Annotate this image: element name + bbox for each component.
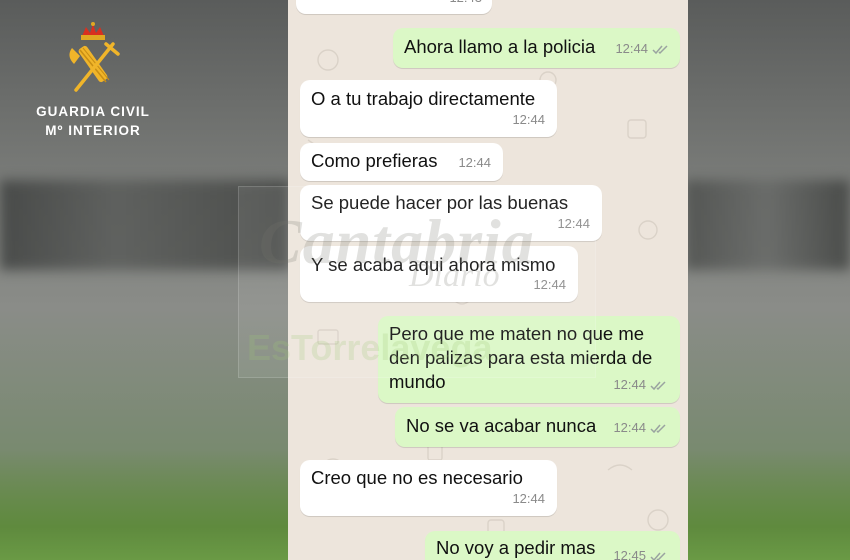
logo-line-2: Mº INTERIOR [45, 123, 141, 138]
message-text: Creo que no es necesario [311, 467, 523, 488]
guardia-civil-logo: GUARDIA CIVIL Mº INTERIOR [30, 22, 156, 140]
message-meta: 12:45 [613, 544, 668, 560]
message-meta: 12:44 [615, 37, 670, 61]
message-outgoing[interactable]: Ahora llamo a la policia 12:44 [393, 28, 680, 68]
message-time: 12:44 [613, 377, 646, 392]
read-ticks-icon [652, 44, 668, 54]
message-text: No voy a pedir mas [436, 537, 596, 558]
read-ticks-icon [650, 380, 666, 390]
message-incoming[interactable]: Creo que no es necesario 12:44 [300, 460, 557, 516]
message-meta: 12:44 [613, 373, 668, 397]
guardia-civil-emblem-icon [69, 22, 120, 92]
logo-line-1: GUARDIA CIVIL [36, 104, 150, 119]
message-text: O a tu trabajo directamente [311, 88, 536, 109]
message-meta: 12:44 [613, 416, 668, 440]
watermark-site: EsTorrelavega [247, 327, 493, 368]
message-incoming[interactable]: Como prefieras 12:44 [300, 143, 503, 181]
message-outgoing[interactable]: No se va acabar nunca 12:44 [395, 407, 680, 447]
message-incoming[interactable]: 12:43 [296, 0, 492, 14]
watermark: Cantabria Diario EsTorrelavega [238, 186, 596, 378]
message-text: Como prefieras [311, 150, 438, 171]
message-text: No se va acabar nunca [406, 415, 597, 436]
message-time: 12:43 [449, 0, 482, 10]
message-outgoing[interactable]: No voy a pedir mas 12:45 [425, 531, 680, 560]
message-text: Ahora llamo a la policia [404, 36, 596, 57]
message-incoming[interactable]: O a tu trabajo directamente 12:44 [300, 80, 557, 137]
watermark-subtitle: Diario [409, 257, 500, 294]
message-time: 12:44 [512, 112, 545, 127]
message-time: 12:44 [613, 420, 646, 435]
read-ticks-icon [650, 551, 666, 560]
read-ticks-icon [650, 423, 666, 433]
message-time: 12:44 [615, 41, 648, 56]
message-time: 12:44 [458, 155, 491, 170]
message-time: 12:45 [613, 548, 646, 560]
background-blur-right [685, 180, 850, 270]
message-time: 12:44 [512, 491, 545, 506]
